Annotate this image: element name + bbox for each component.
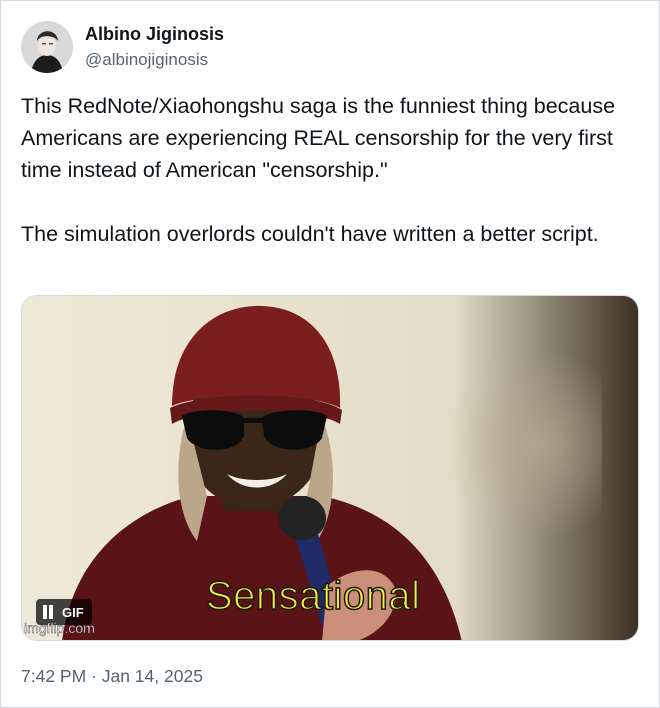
- pause-icon: [42, 605, 54, 619]
- author-handle[interactable]: @albinojiginosis: [85, 49, 224, 71]
- profile-photo-icon: [21, 21, 73, 73]
- gif-caption: Sensational: [205, 573, 421, 619]
- imgflip-watermark: imgflip.com: [24, 620, 95, 636]
- tweet-card: Albino Jiginosis @albinojiginosis This R…: [0, 0, 660, 708]
- tweet-timestamp[interactable]: 7:42 PM · Jan 14, 2025: [21, 665, 203, 687]
- avatar[interactable]: [21, 21, 73, 73]
- media-gif[interactable]: Sensational GIF imgflip.com: [21, 295, 639, 641]
- gif-label: GIF: [62, 604, 84, 620]
- author-names: Albino Jiginosis @albinojiginosis: [85, 23, 224, 71]
- tweet-text: This RedNote/Xiaohongshu saga is the fun…: [21, 94, 616, 246]
- author-display-name[interactable]: Albino Jiginosis: [85, 23, 224, 45]
- tweet-header: Albino Jiginosis @albinojiginosis: [21, 15, 224, 79]
